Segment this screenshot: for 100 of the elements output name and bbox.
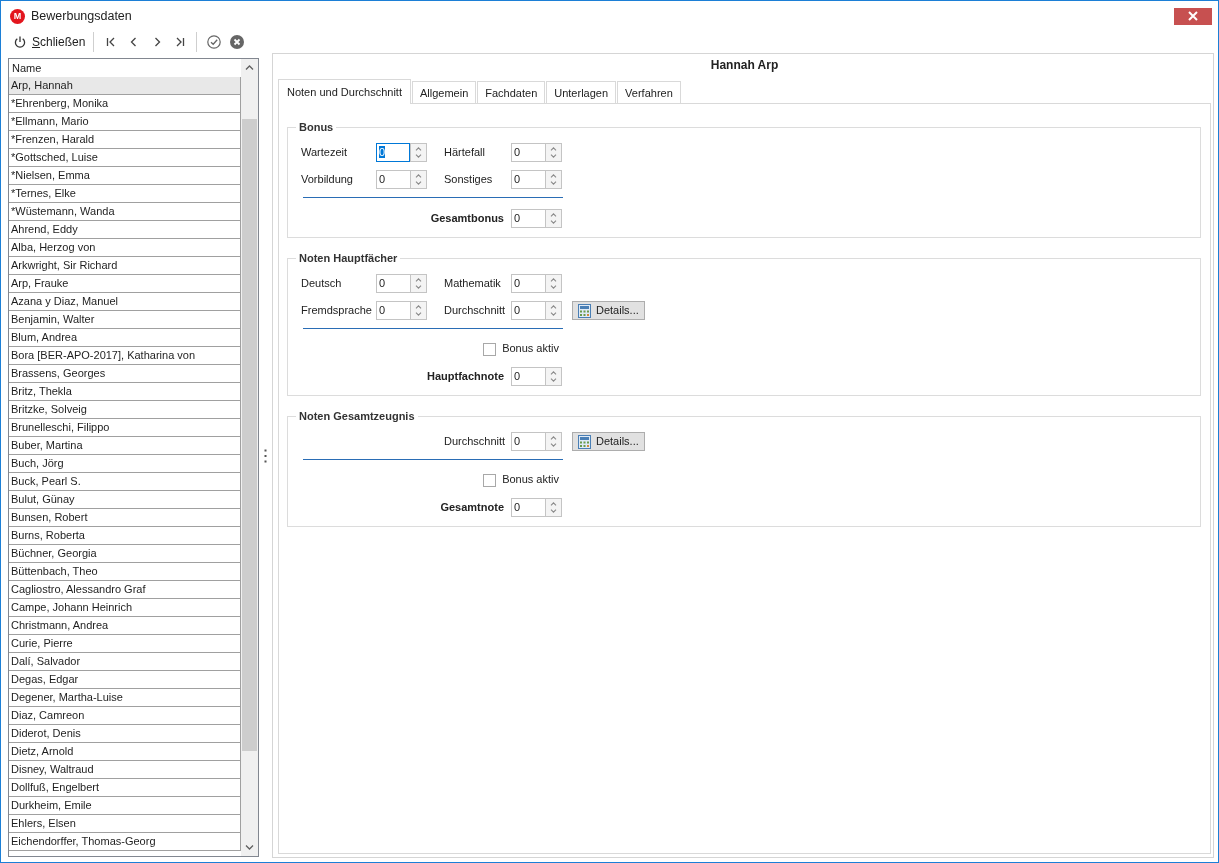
- app-logo: M: [10, 8, 25, 24]
- spin-arrows-icon[interactable]: [545, 143, 562, 162]
- scrollbar-thumb[interactable]: [242, 119, 257, 751]
- list-row[interactable]: Büttenbach, Theo: [9, 563, 241, 581]
- spin-arrows-icon[interactable]: [410, 143, 427, 162]
- close-icon: [1188, 11, 1198, 21]
- list-row[interactable]: Durkheim, Emile: [9, 797, 241, 815]
- spin-arrows-icon[interactable]: [545, 274, 562, 293]
- number-field[interactable]: 0: [376, 170, 410, 189]
- spin-arrows-icon[interactable]: [410, 170, 427, 189]
- number-field[interactable]: 0: [511, 170, 545, 189]
- spin-arrows-icon[interactable]: [410, 274, 427, 293]
- list-row[interactable]: Brassens, Georges: [9, 365, 241, 383]
- list-row[interactable]: *Frenzen, Harald: [9, 131, 241, 149]
- list-row[interactable]: Dollfuß, Engelbert: [9, 779, 241, 797]
- list-row[interactable]: *Ehrenberg, Monika: [9, 95, 241, 113]
- list-row[interactable]: Disney, Waltraud: [9, 761, 241, 779]
- column-header[interactable]: Name: [9, 59, 241, 77]
- list-row[interactable]: Buch, Jörg: [9, 455, 241, 473]
- number-field[interactable]: 0: [511, 432, 545, 451]
- list-row[interactable]: Blum, Andrea: [9, 329, 241, 347]
- list-row[interactable]: Christmann, Andrea: [9, 617, 241, 635]
- checkbox[interactable]: [483, 473, 497, 487]
- list-row[interactable]: Ehlers, Elsen: [9, 815, 241, 833]
- list-row[interactable]: Buck, Pearl S.: [9, 473, 241, 491]
- list-row[interactable]: *Gottsched, Luise: [9, 149, 241, 167]
- list-row[interactable]: *Wüstemann, Wanda: [9, 203, 241, 221]
- list-row[interactable]: Arkwright, Sir Richard: [9, 257, 241, 275]
- list-row[interactable]: Benjamin, Walter: [9, 311, 241, 329]
- spin-arrows-icon[interactable]: [545, 301, 562, 320]
- number-field[interactable]: 0: [376, 274, 410, 293]
- power-icon: [14, 36, 26, 48]
- list-row[interactable]: *Ternes, Elke: [9, 185, 241, 203]
- tab[interactable]: Fachdaten: [477, 81, 546, 103]
- list-row[interactable]: Bulut, Günay: [9, 491, 241, 509]
- spin-arrows-icon[interactable]: [410, 301, 427, 320]
- field-label: Hauptfachnote: [427, 369, 504, 384]
- field-label: Sonstiges: [444, 172, 494, 187]
- list-row[interactable]: Bora [BER-APO-2017], Katharina von: [9, 347, 241, 365]
- list-row[interactable]: Degas, Edgar: [9, 671, 241, 689]
- field-label: Durchschnitt: [444, 303, 507, 318]
- list-row[interactable]: Eichendorffer, Thomas-Georg: [9, 833, 241, 851]
- list-row[interactable]: Azana y Diaz, Manuel: [9, 293, 241, 311]
- skip-forward-icon: [174, 37, 185, 47]
- spin-arrows-icon[interactable]: [545, 367, 562, 386]
- spin-arrows-icon[interactable]: [545, 209, 562, 228]
- list-row[interactable]: Ahrend, Eddy: [9, 221, 241, 239]
- number-field[interactable]: 0: [376, 143, 410, 162]
- number-field[interactable]: 0: [376, 301, 410, 320]
- list-row[interactable]: Bunsen, Robert: [9, 509, 241, 527]
- list-row[interactable]: Brunelleschi, Filippo: [9, 419, 241, 437]
- x-circle-icon: [229, 35, 244, 49]
- close-button[interactable]: Schließen: [11, 32, 89, 52]
- list-row[interactable]: Dalí, Salvador: [9, 653, 241, 671]
- list-row[interactable]: Britz, Thekla: [9, 383, 241, 401]
- field-label: Deutsch: [301, 276, 343, 291]
- number-field[interactable]: 0: [511, 498, 545, 517]
- list-row[interactable]: Alba, Herzog von: [9, 239, 241, 257]
- field-label: Gesamtnote: [440, 500, 504, 515]
- list-row[interactable]: *Nielsen, Emma: [9, 167, 241, 185]
- field-label: Mathematik: [444, 276, 502, 291]
- details-button[interactable]: Details...: [572, 301, 645, 320]
- skip-back-icon: [105, 37, 116, 47]
- spin-arrows-icon[interactable]: [545, 170, 562, 189]
- list-row[interactable]: Büchner, Georgia: [9, 545, 241, 563]
- list-row[interactable]: Diderot, Denis: [9, 725, 241, 743]
- list-row[interactable]: Arp, Hannah: [9, 77, 241, 95]
- checkbox-label: Bonus aktiv: [502, 342, 559, 356]
- group-title: Noten Gesamtzeugnis: [298, 410, 416, 422]
- list-row[interactable]: Burns, Roberta: [9, 527, 241, 545]
- list-row[interactable]: Cagliostro, Alessandro Graf: [9, 581, 241, 599]
- number-field[interactable]: 0: [511, 301, 545, 320]
- list-row[interactable]: Dietz, Arnold: [9, 743, 241, 761]
- number-field[interactable]: 0: [511, 143, 545, 162]
- number-field[interactable]: 0: [511, 209, 545, 228]
- spin-arrows-icon[interactable]: [545, 432, 562, 451]
- field-label: Gesamtbonus: [430, 211, 504, 226]
- checkbox-label: Bonus aktiv: [502, 473, 559, 487]
- checkbox[interactable]: [483, 342, 497, 356]
- tab[interactable]: Allgemein: [411, 81, 477, 103]
- number-field[interactable]: 0: [511, 367, 545, 386]
- close-window-button[interactable]: [1174, 7, 1212, 25]
- tab[interactable]: Verfahren: [617, 81, 681, 103]
- list-row[interactable]: Diaz, Camreon: [9, 707, 241, 725]
- list-row[interactable]: Buber, Martina: [9, 437, 241, 455]
- grip-icon[interactable]: [264, 448, 267, 463]
- list-row[interactable]: Campe, Johann Heinrich: [9, 599, 241, 617]
- list-row[interactable]: Arp, Frauke: [9, 275, 241, 293]
- spin-arrows-icon[interactable]: [545, 498, 562, 517]
- list-row[interactable]: *Ellmann, Mario: [9, 113, 241, 131]
- tab[interactable]: Noten und Durchschnitt: [278, 79, 411, 104]
- field-label: Fremdsprache: [301, 303, 373, 318]
- list-row[interactable]: Britzke, Solveig: [9, 401, 241, 419]
- chevron-left-icon: [128, 37, 139, 47]
- number-field[interactable]: 0: [511, 274, 545, 293]
- tab[interactable]: Unterlagen: [546, 81, 617, 103]
- calculator-icon: [578, 303, 591, 318]
- list-row[interactable]: Degener, Martha-Luise: [9, 689, 241, 707]
- list-row[interactable]: Curie, Pierre: [9, 635, 241, 653]
- details-button[interactable]: Details...: [572, 432, 645, 451]
